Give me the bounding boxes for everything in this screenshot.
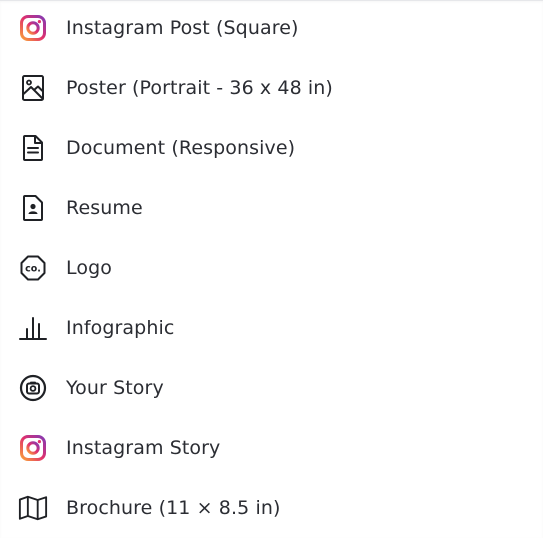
menu-item-logo[interactable]: co. Logo — [0, 238, 543, 298]
menu-item-label: Infographic — [66, 317, 175, 339]
menu-item-label: Poster (Portrait - 36 x 48 in) — [66, 77, 333, 99]
story-camera-icon — [18, 373, 48, 403]
menu-item-label: Resume — [66, 197, 143, 219]
instagram-icon — [18, 433, 48, 463]
menu-item-label: Logo — [66, 257, 112, 279]
menu-item-instagram-story[interactable]: Instagram Story — [0, 418, 543, 478]
menu-item-instagram-post[interactable]: Instagram Post (Square) — [0, 0, 543, 58]
menu-item-label: Document (Responsive) — [66, 137, 296, 159]
menu-item-resume[interactable]: Resume — [0, 178, 543, 238]
menu-item-label: Instagram Post (Square) — [66, 17, 299, 39]
instagram-icon — [18, 13, 48, 43]
create-design-menu: Instagram Post (Square) Poster (Portrait… — [0, 0, 543, 538]
menu-item-label: Brochure (11 × 8.5 in) — [66, 497, 281, 519]
document-icon — [18, 133, 48, 163]
menu-item-infographic[interactable]: Infographic — [0, 298, 543, 358]
menu-item-document[interactable]: Document (Responsive) — [0, 118, 543, 178]
menu-item-brochure[interactable]: Brochure (11 × 8.5 in) — [0, 478, 543, 538]
menu-item-label: Your Story — [66, 377, 164, 399]
image-icon — [18, 73, 48, 103]
logo-co-icon: co. — [18, 253, 48, 283]
design-type-list: Instagram Post (Square) Poster (Portrait… — [0, 0, 543, 538]
infographic-icon — [18, 313, 48, 343]
menu-item-poster[interactable]: Poster (Portrait - 36 x 48 in) — [0, 58, 543, 118]
menu-item-label: Instagram Story — [66, 437, 221, 459]
menu-item-your-story[interactable]: Your Story — [0, 358, 543, 418]
brochure-map-icon — [18, 493, 48, 523]
svg-text:co.: co. — [25, 264, 41, 275]
resume-icon — [18, 193, 48, 223]
